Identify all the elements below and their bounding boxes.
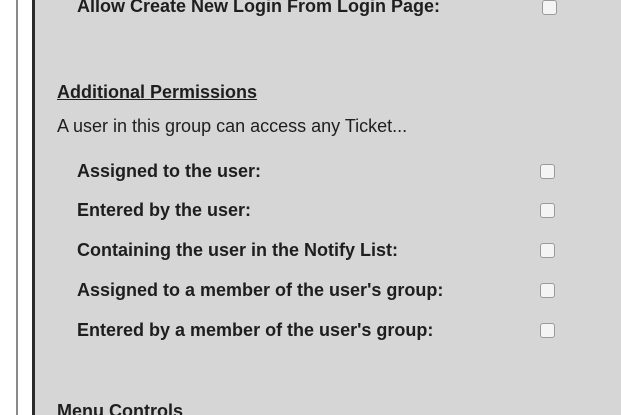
notify-list-checkbox[interactable] [540,243,555,258]
panel-outer-border [16,0,18,415]
assigned-to-group-member-label: Assigned to a member of the user's group… [77,280,444,300]
notify-list-label: Containing the user in the Notify List: [77,240,398,260]
allow-create-login-label: Allow Create New Login From Login Page: [77,0,441,16]
assigned-to-user-label: Assigned to the user: [77,161,262,181]
additional-permissions-description: A user in this group can access any Tick… [57,116,408,136]
allow-create-login-checkbox[interactable] [542,0,557,15]
additional-permissions-heading: Additional Permissions [57,82,258,102]
entered-by-group-member-label: Entered by a member of the user's group: [77,320,434,340]
entered-by-user-checkbox[interactable] [540,203,555,218]
entered-by-user-label: Entered by the user: [77,200,252,220]
assigned-to-group-member-checkbox[interactable] [540,283,555,298]
menu-controls-heading: Menu Controls [57,401,183,415]
assigned-to-user-checkbox[interactable] [540,164,555,179]
group-settings-panel: Allow Create New Login From Login Page: … [0,0,621,415]
settings-content: Allow Create New Login From Login Page: … [35,0,621,415]
entered-by-group-member-checkbox[interactable] [540,323,555,338]
